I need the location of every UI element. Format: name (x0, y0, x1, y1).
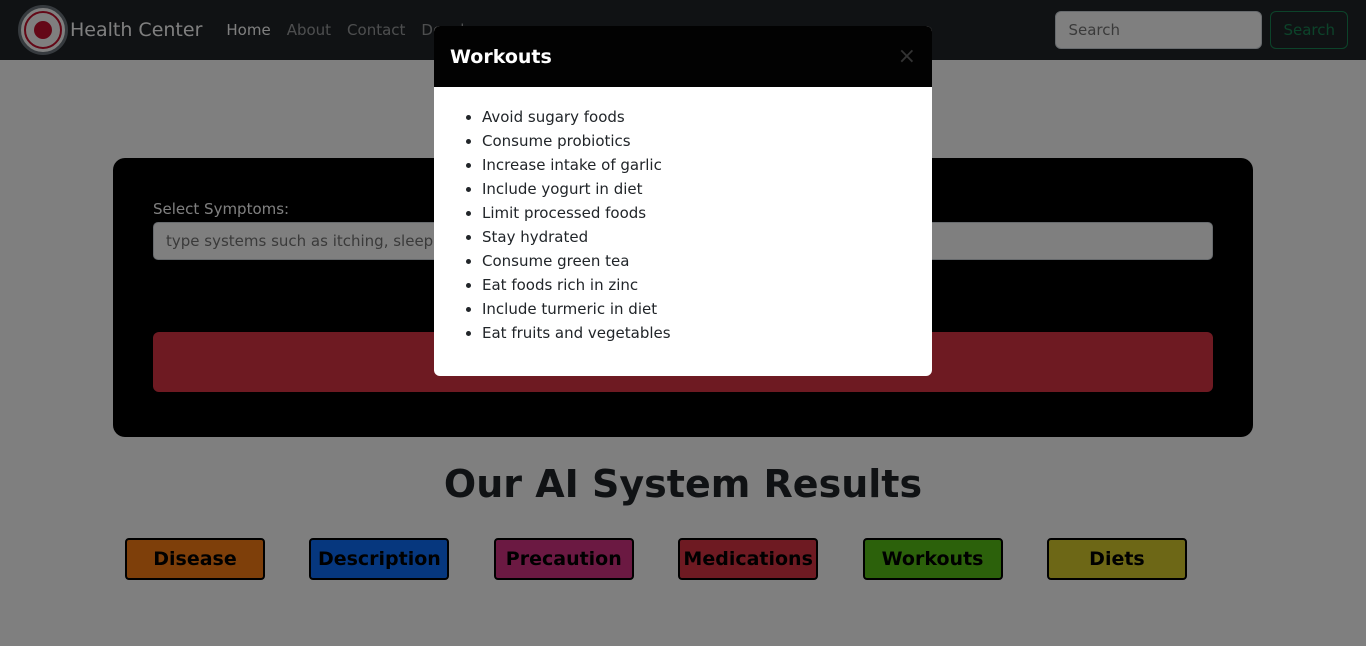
close-icon[interactable]: × (898, 45, 916, 68)
list-item: Include turmeric in diet (482, 297, 916, 321)
modal-header: Workouts × (434, 26, 932, 87)
list-item: Avoid sugary foods (482, 105, 916, 129)
list-item: Consume probiotics (482, 129, 916, 153)
workouts-modal: Workouts × Avoid sugary foods Consume pr… (434, 26, 932, 376)
list-item: Stay hydrated (482, 225, 916, 249)
list-item: Eat foods rich in zinc (482, 273, 916, 297)
list-item: Eat fruits and vegetables (482, 321, 916, 345)
list-item: Include yogurt in diet (482, 177, 916, 201)
list-item: Consume green tea (482, 249, 916, 273)
modal-body: Avoid sugary foods Consume probiotics In… (434, 87, 932, 363)
workouts-list: Avoid sugary foods Consume probiotics In… (450, 105, 916, 345)
modal-title: Workouts (450, 45, 552, 68)
list-item: Increase intake of garlic (482, 153, 916, 177)
list-item: Limit processed foods (482, 201, 916, 225)
